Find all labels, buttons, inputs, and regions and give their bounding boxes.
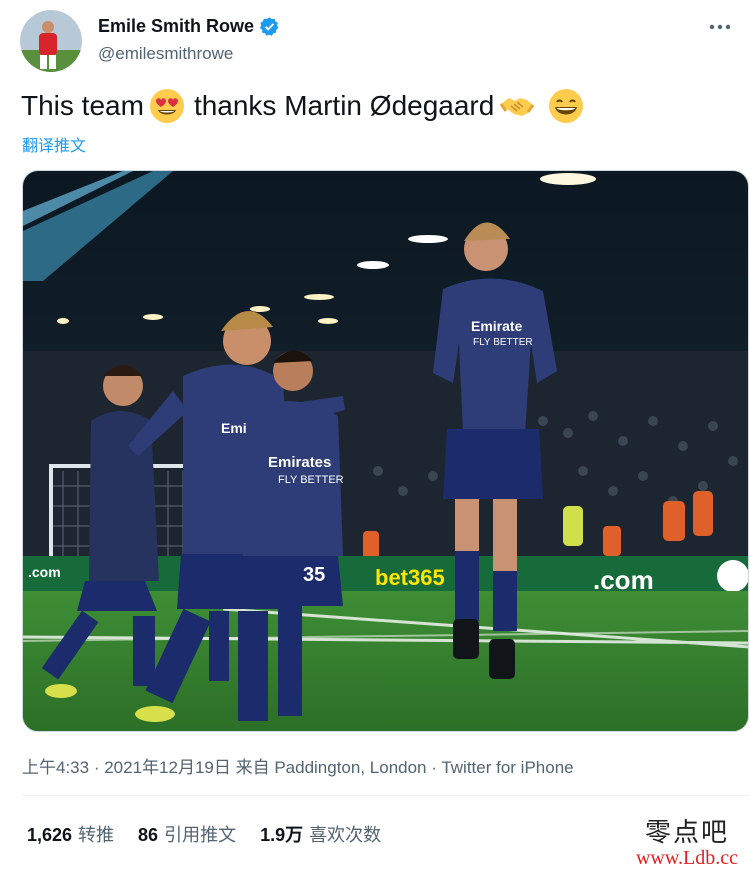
watermark-url: www.Ldb.cc (635, 847, 738, 869)
display-name[interactable]: Emile Smith Rowe (98, 16, 254, 37)
likes-stat[interactable]: 1.9万 喜欢次数 (260, 821, 381, 847)
grinning-emoji (549, 89, 584, 123)
tweet-time[interactable]: 上午4:33 (22, 758, 89, 777)
divider (22, 795, 750, 796)
svg-text:35: 35 (303, 564, 325, 586)
quotes-stat[interactable]: 86 引用推文 (138, 821, 236, 847)
svg-text:Emirates: Emirates (268, 454, 331, 471)
avatar[interactable] (20, 10, 82, 72)
retweets-count: 1,626 (27, 825, 73, 845)
tweet-header: Emile Smith Rowe @emilesmithrowe (20, 10, 735, 76)
tweet-text-part2: thanks Martin Ødegaard (193, 90, 495, 121)
meta-separator: · (93, 758, 105, 777)
retweets-stat[interactable]: 1,626 转推 (27, 821, 114, 847)
tweet-text: This team thanks Martin Ødegaard (21, 88, 584, 124)
translate-tweet-link[interactable]: 翻译推文 (22, 132, 86, 156)
heart-eyes-emoji (149, 89, 184, 123)
tweet-meta: 上午4:33 · 2021年12月19日 来自 Paddington, Lond… (22, 753, 574, 778)
retweets-label: 转推 (78, 825, 115, 845)
svg-text:Emirate: Emirate (471, 318, 523, 334)
user-handle[interactable]: @emilesmithrowe (98, 44, 233, 64)
tweet-date[interactable]: 2021年12月19日 (104, 758, 231, 777)
svg-text:.com: .com (28, 564, 61, 580)
name-row: Emile Smith Rowe (98, 16, 280, 37)
svg-text:bet365: bet365 (375, 565, 445, 590)
site-watermark: 零点吧 www.Ldb.cc (636, 812, 738, 870)
tweet-source[interactable]: Twitter for iPhone (441, 758, 573, 777)
tweet-text-part1: This team (21, 90, 144, 121)
quotes-label: 引用推文 (164, 825, 237, 845)
photo-arsenal-players-celebrating: bet365 .com .com Emira Emirates FLY BETT… (23, 171, 748, 731)
likes-count: 1.9万 (260, 825, 304, 845)
tweet-location[interactable]: 来自 Paddington, London (236, 758, 427, 777)
verified-badge-icon (260, 17, 279, 36)
handshake-emoji (500, 98, 535, 116)
svg-text:FLY BETTER: FLY BETTER (473, 337, 533, 348)
tweet-photo[interactable]: bet365 .com .com Emira Emirates FLY BETT… (22, 170, 749, 732)
watermark-top: 零点吧 (644, 818, 729, 848)
svg-text:FLY BETTER: FLY BETTER (278, 474, 344, 486)
tweet-stats: 1,626 转推 86 引用推文 1.9万 喜欢次数 (27, 821, 405, 847)
quotes-count: 86 (138, 825, 159, 845)
likes-label: 喜欢次数 (309, 825, 382, 845)
more-options-icon[interactable] (707, 16, 733, 38)
meta-separator: · (431, 758, 442, 777)
svg-text:.com: .com (593, 565, 654, 595)
avatar-image (20, 10, 82, 72)
